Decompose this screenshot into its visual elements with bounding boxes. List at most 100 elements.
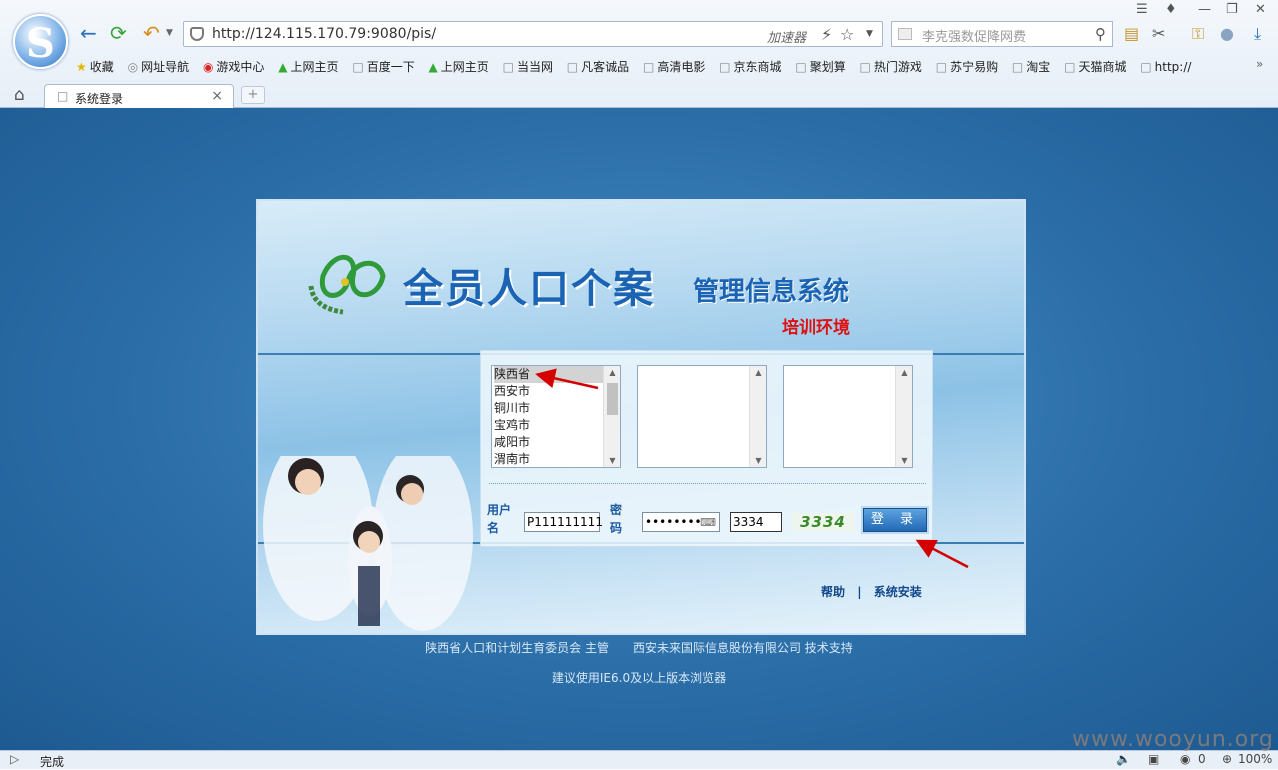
environment-label: 培训环境 <box>782 318 850 338</box>
bookmark-item[interactable]: □ 淘宝 <box>1012 58 1050 75</box>
scroll-down-icon[interactable]: ▼ <box>604 456 621 465</box>
key-icon[interactable]: ⚿ <box>1192 24 1204 44</box>
list-item-selected[interactable]: 陕西省 <box>494 366 620 383</box>
new-tab-button[interactable]: + <box>241 86 265 104</box>
login-button[interactable]: 登 录 <box>863 508 927 532</box>
password-value: •••••••• <box>645 515 702 529</box>
bookmark-item[interactable]: ▲ 上网主页 <box>278 58 338 75</box>
province-select-list[interactable]: 陕西省 西安市 铜川市 宝鸡市 咸阳市 渭南市 ▲ ▼ <box>491 365 621 468</box>
list-item[interactable]: 咸阳市 <box>494 434 620 451</box>
password-input[interactable]: •••••••• ⌨ <box>642 512 720 532</box>
scroll-thumb[interactable] <box>607 383 618 415</box>
zoom-level[interactable]: 100% <box>1238 752 1272 766</box>
restore-icon[interactable]: ❐ <box>1226 2 1238 17</box>
bookmark-item[interactable]: □ 苏宁易购 <box>936 58 998 75</box>
refresh-icon[interactable]: ⟳ <box>110 22 127 44</box>
layout-icon[interactable]: ▣ <box>1148 752 1159 766</box>
login-form: 陕西省 西安市 铜川市 宝鸡市 咸阳市 渭南市 ▲ ▼ ▲ ▼ ▲ ▼ 用户名 P11… <box>480 350 933 547</box>
sogou-browser-logo[interactable]: S <box>13 14 68 69</box>
footer-browser-hint: 建议使用IE6.0及以上版本浏览器 <box>551 671 727 685</box>
menu-icon[interactable]: ☰ <box>1136 2 1148 17</box>
home-icon[interactable]: ⌂ <box>14 85 25 105</box>
search-box[interactable]: 李克强数促降网费 ⚲ <box>891 21 1113 47</box>
bookmark-item[interactable]: ◎ 网址导航 <box>128 58 190 75</box>
help-link[interactable]: 帮助 <box>821 585 845 599</box>
footer-sponsor-text: 陕西省人口和计划生育委员会 主管 西安未来国际信息股份有限公司 技术支持 <box>425 641 853 655</box>
undo-dropdown-icon[interactable]: ▼ <box>166 28 173 38</box>
list-item[interactable]: 铜川市 <box>494 400 620 417</box>
bookmark-item[interactable]: □ http:// <box>1140 60 1191 74</box>
scroll-up-icon[interactable]: ▲ <box>604 368 621 377</box>
username-label: 用户名 <box>487 503 512 535</box>
adblock-icon[interactable]: ◉ <box>1180 752 1190 766</box>
undo-icon[interactable]: ↶ <box>143 22 160 44</box>
scrollbar[interactable]: ▲ ▼ <box>895 366 912 467</box>
tab-title: 系统登录 <box>75 92 124 106</box>
search-placeholder: 李克强数促降网费 <box>922 30 1027 45</box>
page-icon: □ <box>57 89 69 103</box>
city-select-list[interactable]: ▲ ▼ <box>637 365 767 468</box>
district-select-list[interactable]: ▲ ▼ <box>783 365 913 468</box>
scroll-up-icon[interactable]: ▲ <box>750 368 767 377</box>
bookmark-item[interactable]: □ 聚划算 <box>795 58 845 75</box>
footer-links: 帮助 | 系统安装 <box>817 583 926 600</box>
bookmark-item[interactable]: □ 京东商城 <box>719 58 781 75</box>
watermark: www.wooyun.org <box>1072 727 1274 752</box>
lightning-icon[interactable]: ⚡ <box>821 25 832 44</box>
bookmark-item[interactable]: □ 百度一下 <box>352 58 414 75</box>
bookmarks-overflow-icon[interactable]: » <box>1256 57 1263 71</box>
close-tab-icon[interactable]: × <box>211 88 223 104</box>
system-title-main: 全员人口个案 <box>403 266 655 312</box>
bookmark-item[interactable]: ◉ 游戏中心 <box>203 58 265 75</box>
captcha-image[interactable]: 3334 <box>792 513 854 531</box>
address-url[interactable]: http://124.115.170.79:9080/pis/ <box>212 26 436 42</box>
tab-bar: ⌂ □ 系统登录 × + <box>0 82 1278 108</box>
bookmark-item[interactable]: □ 凡客诚品 <box>567 58 629 75</box>
back-icon[interactable]: ← <box>80 22 97 44</box>
volume-icon[interactable]: 🔈 <box>1116 752 1131 766</box>
bookmark-item[interactable]: ▲ 上网主页 <box>429 58 489 75</box>
bookmark-item[interactable]: □ 高清电影 <box>643 58 705 75</box>
bookmark-item[interactable]: ★ 收藏 <box>76 58 114 75</box>
browser-chrome: S ← ⟳ ↶ ▼ http://124.115.170.79:9080/pis… <box>0 0 1278 108</box>
search-icon[interactable]: ⚲ <box>1095 25 1106 43</box>
scroll-down-icon[interactable]: ▼ <box>896 456 913 465</box>
zoom-icon[interactable]: ⊕ <box>1222 752 1232 766</box>
bookmark-item[interactable]: □ 热门游戏 <box>860 58 922 75</box>
list-item[interactable]: 渭南市 <box>494 451 620 468</box>
security-shield-icon <box>190 27 204 41</box>
address-dropdown-icon[interactable]: ▼ <box>866 29 873 39</box>
list-item[interactable]: 西安市 <box>494 383 620 400</box>
more-icon[interactable]: ● <box>1220 24 1234 43</box>
paste-icon[interactable]: ▤ <box>1124 24 1139 43</box>
bookmark-item[interactable]: □ 当当网 <box>503 58 553 75</box>
star-icon[interactable]: ☆ <box>840 25 854 44</box>
search-engine-icon[interactable] <box>898 28 912 40</box>
scissors-icon[interactable]: ✂ <box>1152 24 1165 43</box>
link-separator: | <box>857 585 862 599</box>
accelerator-label[interactable]: 加速器 <box>767 27 806 46</box>
username-input[interactable]: P111111111 <box>524 512 603 532</box>
download-icon[interactable]: ⤓ <box>1254 24 1261 44</box>
scroll-up-icon[interactable]: ▲ <box>896 368 913 377</box>
scrollbar[interactable]: ▲ ▼ <box>603 366 620 467</box>
bookmarks-bar: ★ 收藏 ◎ 网址导航 ◉ 游戏中心 ▲ 上网主页 □ 百度一下 ▲ 上网主页 □ 当当网 □… <box>76 58 1201 76</box>
status-bar: ▷ 完成 🔈 ▣ ◉ 0 ⊕ 100% <box>0 750 1278 769</box>
scroll-down-icon[interactable]: ▼ <box>750 456 767 465</box>
dotted-separator <box>489 483 926 484</box>
system-install-link[interactable]: 系统安装 <box>874 585 922 599</box>
tab-login[interactable]: □ 系统登录 × <box>44 84 234 108</box>
address-bar[interactable]: http://124.115.170.79:9080/pis/ 加速器 ⚡ ☆ … <box>183 21 883 47</box>
brand-logo-emblem <box>308 254 386 315</box>
list-item[interactable]: 宝鸡市 <box>494 417 620 434</box>
sidebar-toggle-icon[interactable]: ▷ <box>10 752 19 766</box>
keyboard-icon[interactable]: ⌨ <box>700 514 716 532</box>
close-window-icon[interactable]: ✕ <box>1255 2 1266 17</box>
scrollbar[interactable]: ▲ ▼ <box>749 366 766 467</box>
status-text: 完成 <box>40 755 65 769</box>
skin-icon[interactable]: ♦ <box>1165 2 1177 17</box>
minimize-icon[interactable]: — <box>1198 2 1211 17</box>
bookmark-item[interactable]: □ 天猫商城 <box>1064 58 1126 75</box>
system-title-sub: 管理信息系统 <box>693 277 850 307</box>
captcha-input[interactable]: 3334 <box>730 512 782 532</box>
